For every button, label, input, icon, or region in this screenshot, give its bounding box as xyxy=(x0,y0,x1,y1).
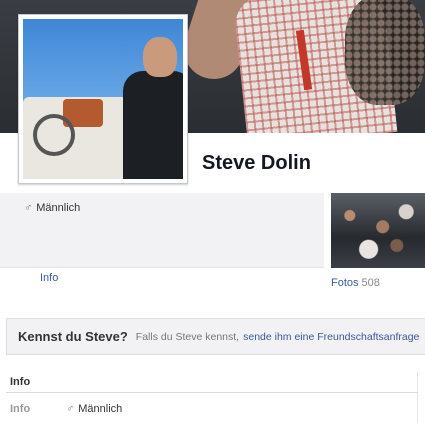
gender-summary: ♂ Männlich xyxy=(24,202,80,214)
profile-picture[interactable] xyxy=(18,14,188,184)
photo-person-body xyxy=(123,71,183,179)
info-row-value: ♂ Männlich xyxy=(66,403,122,415)
info-row-label: Info xyxy=(10,403,31,415)
profile-name[interactable]: Steve Dolin xyxy=(202,152,311,175)
photo-steering-wheel xyxy=(33,114,75,156)
send-friend-request-link[interactable]: sende ihm eine Freundschaftsanfrage xyxy=(243,331,419,343)
know-prompt-text: Falls du Steve kennst, xyxy=(135,330,240,343)
male-sign-icon: ♂ xyxy=(24,202,33,214)
info-section: Info Info ♂ Männlich xyxy=(6,372,418,423)
profile-photo xyxy=(23,19,183,179)
gender-label: Männlich xyxy=(36,202,81,214)
photos-thumbnail[interactable] xyxy=(331,193,425,268)
info-gender-value: Männlich xyxy=(78,403,123,415)
know-prompt-title: Kennst du Steve? xyxy=(18,329,128,344)
friend-request-prompt: Kennst du Steve? Falls du Steve kennst, … xyxy=(6,318,425,355)
photos-link[interactable]: Fotos 508 xyxy=(331,277,380,289)
info-tab-link[interactable]: Info xyxy=(40,272,58,284)
cover-blurred-face xyxy=(345,0,425,105)
photo-person-head xyxy=(143,37,177,77)
male-sign-icon: ♂ xyxy=(66,403,75,415)
info-section-header: Info xyxy=(10,376,31,388)
photos-count: 508 xyxy=(361,277,380,289)
photos-label[interactable]: Fotos xyxy=(331,277,359,289)
info-divider xyxy=(6,392,418,393)
